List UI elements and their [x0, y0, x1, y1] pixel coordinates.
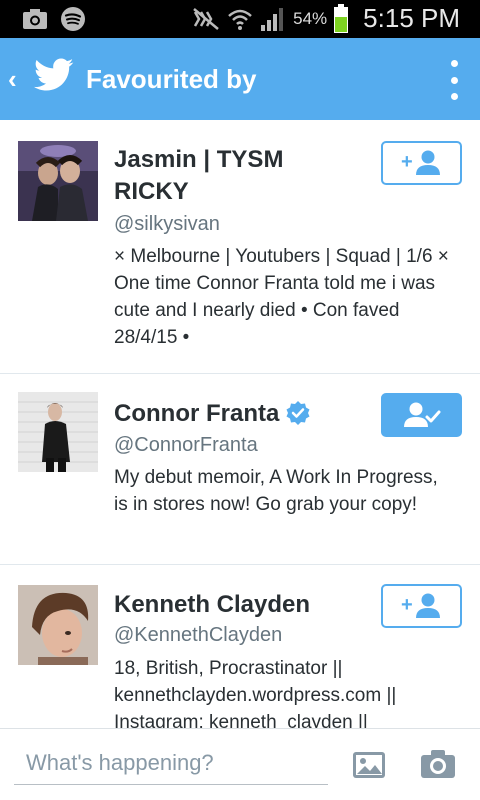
camera-icon[interactable]	[420, 749, 456, 779]
user-handle[interactable]: @KennethClayden	[114, 621, 364, 649]
twitter-bird-icon[interactable]	[34, 58, 74, 92]
overflow-menu-icon[interactable]	[446, 60, 462, 100]
spotify-icon	[61, 7, 85, 31]
app-bar: ‹ Favourited by	[0, 38, 480, 120]
user-info: Kenneth Clayden @KennethClayden	[114, 589, 364, 649]
battery-percent: 54%	[293, 8, 328, 28]
user-bio: 18, British, Procrastinator || kennethcl…	[114, 658, 397, 728]
image-icon[interactable]	[352, 751, 386, 779]
user-details: My debut memoir, A Work In Progress, is …	[114, 464, 464, 518]
back-button[interactable]: ‹	[8, 64, 17, 95]
mute-icon	[193, 7, 219, 30]
list-item[interactable]: Jasmin | TYSM RICKY @silkysivan × Melbou…	[0, 120, 480, 374]
wifi-icon	[228, 9, 252, 30]
svg-text:+: +	[401, 594, 413, 616]
add-user-icon: +	[401, 593, 440, 618]
page-title: Favourited by	[86, 64, 257, 94]
user-details: 18, British, Procrastinator || kennethcl…	[114, 655, 464, 728]
user-details: @silkysivan × Melbourne | Youtubers | Sq…	[114, 210, 464, 351]
compose-input[interactable]	[14, 741, 328, 785]
avatar[interactable]	[18, 585, 98, 665]
user-name[interactable]: Jasmin | TYSM RICKY	[114, 144, 354, 208]
status-left-icons	[22, 6, 86, 32]
follow-button[interactable]: +	[381, 141, 462, 185]
user-list: Jasmin | TYSM RICKY @silkysivan × Melbou…	[0, 120, 480, 728]
list-item[interactable]: Connor Franta @ConnorFranta My debut mem…	[0, 374, 480, 565]
svg-text:+: +	[401, 151, 413, 173]
follow-button[interactable]: +	[381, 584, 462, 628]
user-name[interactable]: Connor Franta	[114, 400, 279, 427]
signal-icon	[261, 7, 284, 31]
user-info: Jasmin | TYSM RICKY	[114, 144, 354, 208]
tweet-composer	[0, 728, 480, 800]
user-name[interactable]: Kenneth Clayden	[114, 589, 364, 621]
avatar[interactable]	[18, 141, 98, 221]
status-bar: 54% 5:15 PM	[0, 0, 480, 38]
user-info: Connor Franta @ConnorFranta	[114, 398, 364, 459]
list-item[interactable]: Kenneth Clayden @KennethClayden 18, Brit…	[0, 565, 480, 728]
screenshot-icon	[23, 9, 47, 29]
avatar[interactable]	[18, 392, 98, 472]
verified-badge-icon	[286, 400, 310, 425]
user-bio: My debut memoir, A Work In Progress, is …	[114, 467, 438, 515]
user-bio: × Melbourne | Youtubers | Squad | 1/6 × …	[114, 246, 449, 348]
following-user-icon	[403, 402, 440, 427]
clock: 5:15 PM	[363, 3, 460, 33]
user-handle[interactable]: @ConnorFranta	[114, 431, 364, 459]
status-right-icons: 54% 5:15 PM	[191, 3, 460, 34]
add-user-icon: +	[401, 150, 440, 175]
battery-icon	[334, 3, 349, 33]
following-button[interactable]	[381, 393, 462, 437]
user-handle[interactable]: @silkysivan	[114, 210, 464, 238]
